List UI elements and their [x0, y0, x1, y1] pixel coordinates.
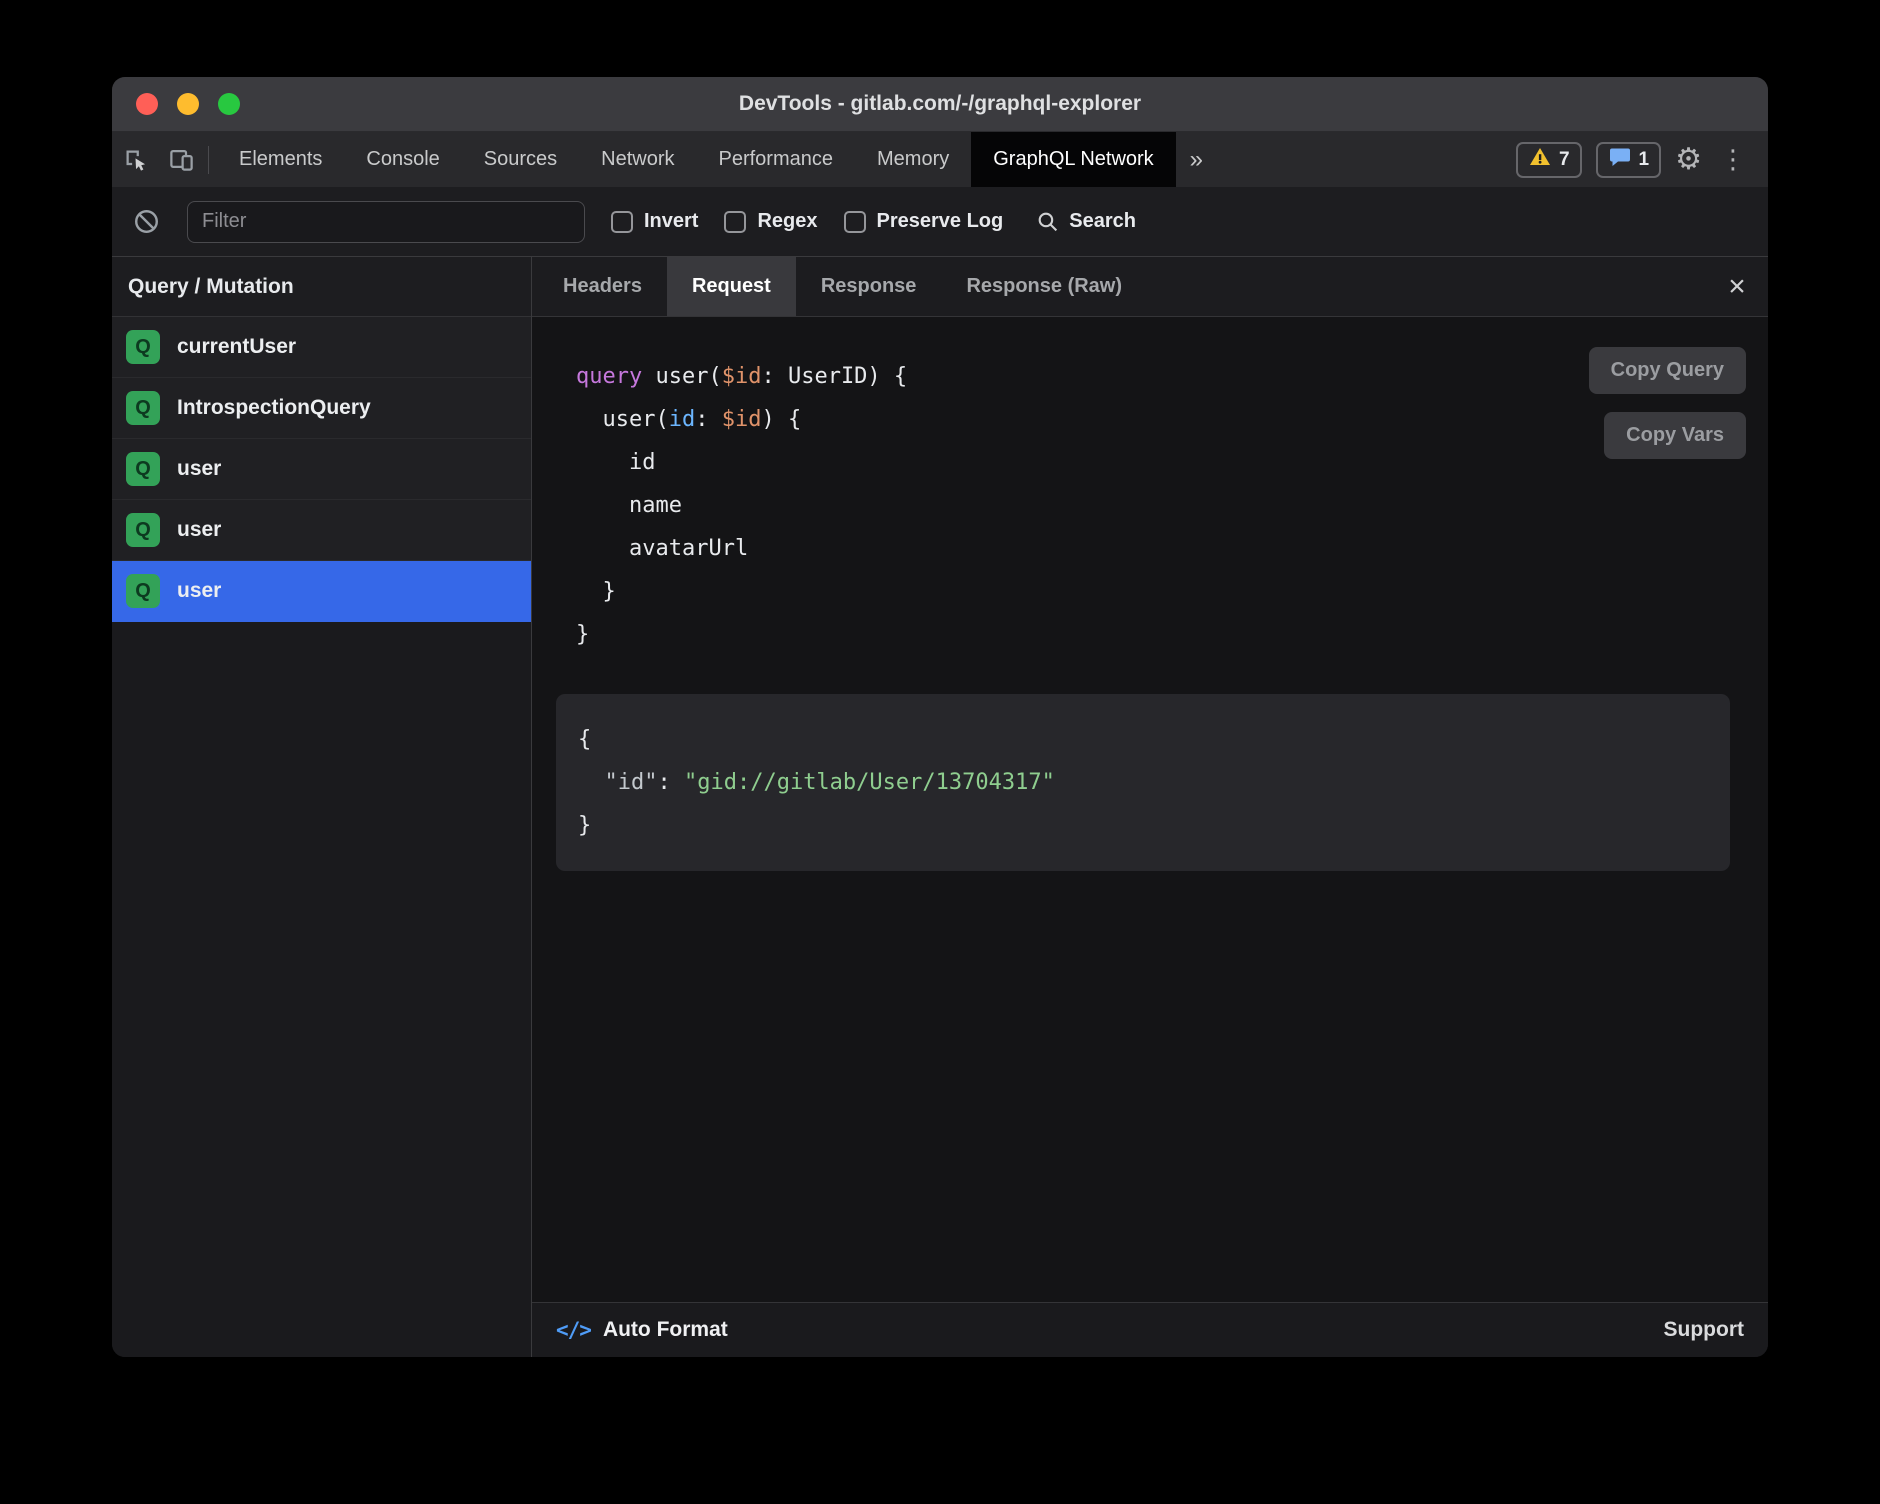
- request-query-code: query user($id: UserID) { user(id: $id) …: [576, 355, 1748, 656]
- regex-checkbox-label: Regex: [757, 210, 817, 233]
- invert-checkbox[interactable]: Invert: [611, 210, 698, 233]
- window-title: DevTools - gitlab.com/-/graphql-explorer: [739, 92, 1141, 116]
- tab-sources[interactable]: Sources: [462, 132, 579, 187]
- request-detail-panel: Headers Request Response Response (Raw) …: [532, 257, 1768, 1357]
- search-label: Search: [1069, 210, 1136, 233]
- copy-button-group: Copy Query Copy Vars: [1589, 347, 1746, 459]
- request-name: IntrospectionQuery: [177, 396, 371, 420]
- list-item[interactable]: Q currentUser: [112, 317, 531, 378]
- query-type-badge: Q: [126, 513, 160, 547]
- close-icon[interactable]: ×: [1706, 257, 1768, 316]
- inspect-element-icon[interactable]: [112, 132, 158, 187]
- regex-checkbox[interactable]: Regex: [724, 210, 817, 233]
- list-item[interactable]: Q user: [112, 500, 531, 561]
- query-type-badge: Q: [126, 330, 160, 364]
- auto-format-button[interactable]: </> Auto Format: [556, 1318, 728, 1342]
- preserve-log-checkbox-box[interactable]: [844, 211, 866, 233]
- copy-query-button[interactable]: Copy Query: [1589, 347, 1746, 394]
- tab-graphql-network[interactable]: GraphQL Network: [971, 132, 1175, 187]
- tab-bar-spacer: [1217, 132, 1516, 187]
- warnings-badge[interactable]: 7: [1516, 142, 1582, 178]
- list-item[interactable]: Q IntrospectionQuery: [112, 378, 531, 439]
- list-item-selected[interactable]: Q user: [112, 561, 531, 622]
- search-icon: [1035, 209, 1060, 234]
- tab-request[interactable]: Request: [667, 257, 796, 316]
- request-list-sidebar: Query / Mutation Q currentUser Q Introsp…: [112, 257, 532, 1357]
- minimize-window-button[interactable]: [177, 93, 199, 115]
- issues-badge[interactable]: 1: [1596, 142, 1662, 178]
- invert-checkbox-label: Invert: [644, 210, 698, 233]
- request-name: user: [177, 518, 221, 542]
- more-tabs-chevron-icon[interactable]: »: [1176, 132, 1217, 187]
- tab-memory[interactable]: Memory: [855, 132, 971, 187]
- tab-network[interactable]: Network: [579, 132, 696, 187]
- message-bubble-icon: [1608, 145, 1632, 175]
- preserve-log-checkbox[interactable]: Preserve Log: [844, 210, 1004, 233]
- device-toolbar-icon[interactable]: [158, 132, 204, 187]
- sidebar-header: Query / Mutation: [112, 257, 531, 317]
- kebab-menu-icon[interactable]: ⋮: [1716, 147, 1750, 173]
- regex-checkbox-box[interactable]: [724, 211, 746, 233]
- settings-gear-icon[interactable]: ⚙: [1675, 145, 1702, 175]
- request-name: user: [177, 579, 221, 603]
- toolbar-divider: [208, 146, 209, 174]
- code-icon: </>: [556, 1318, 591, 1342]
- list-item[interactable]: Q user: [112, 439, 531, 500]
- close-window-button[interactable]: [136, 93, 158, 115]
- zoom-window-button[interactable]: [218, 93, 240, 115]
- tab-console[interactable]: Console: [344, 132, 461, 187]
- query-type-badge: Q: [126, 452, 160, 486]
- copy-vars-button[interactable]: Copy Vars: [1604, 412, 1746, 459]
- issues-count: 1: [1639, 149, 1650, 171]
- request-variables-box: { "id": "gid://gitlab/User/13704317"}: [556, 694, 1730, 871]
- support-link[interactable]: Support: [1664, 1318, 1744, 1342]
- panel-body: Query / Mutation Q currentUser Q Introsp…: [112, 257, 1768, 1357]
- tab-response[interactable]: Response: [796, 257, 942, 316]
- filter-input[interactable]: [187, 201, 585, 243]
- request-variables-code: { "id": "gid://gitlab/User/13704317"}: [578, 718, 1706, 847]
- search-button[interactable]: Search: [1035, 209, 1136, 234]
- devtools-window: DevTools - gitlab.com/-/graphql-explorer…: [112, 77, 1768, 1357]
- tab-response-raw[interactable]: Response (Raw): [941, 257, 1147, 316]
- request-name: user: [177, 457, 221, 481]
- title-bar: DevTools - gitlab.com/-/graphql-explorer: [112, 77, 1768, 132]
- query-type-badge: Q: [126, 574, 160, 608]
- warning-icon: [1528, 145, 1552, 175]
- detail-tab-bar: Headers Request Response Response (Raw) …: [532, 257, 1768, 317]
- tab-elements[interactable]: Elements: [217, 132, 344, 187]
- devtools-tab-bar: Elements Console Sources Network Perform…: [112, 132, 1768, 187]
- invert-checkbox-box[interactable]: [611, 211, 633, 233]
- query-type-badge: Q: [126, 391, 160, 425]
- tab-bar-right-controls: 7 1 ⚙ ⋮: [1516, 132, 1768, 187]
- request-name: currentUser: [177, 335, 296, 359]
- filter-bar: Invert Regex Preserve Log Search: [112, 187, 1768, 257]
- detail-footer: </> Auto Format Support: [532, 1302, 1768, 1357]
- tab-headers[interactable]: Headers: [538, 257, 667, 316]
- preserve-log-checkbox-label: Preserve Log: [877, 210, 1004, 233]
- tab-performance[interactable]: Performance: [697, 132, 856, 187]
- block-requests-icon[interactable]: [132, 207, 161, 236]
- auto-format-label: Auto Format: [603, 1318, 728, 1342]
- warning-count: 7: [1559, 149, 1570, 171]
- traffic-lights: [136, 77, 240, 131]
- request-tab-content: Copy Query Copy Vars query user($id: Use…: [532, 317, 1768, 1302]
